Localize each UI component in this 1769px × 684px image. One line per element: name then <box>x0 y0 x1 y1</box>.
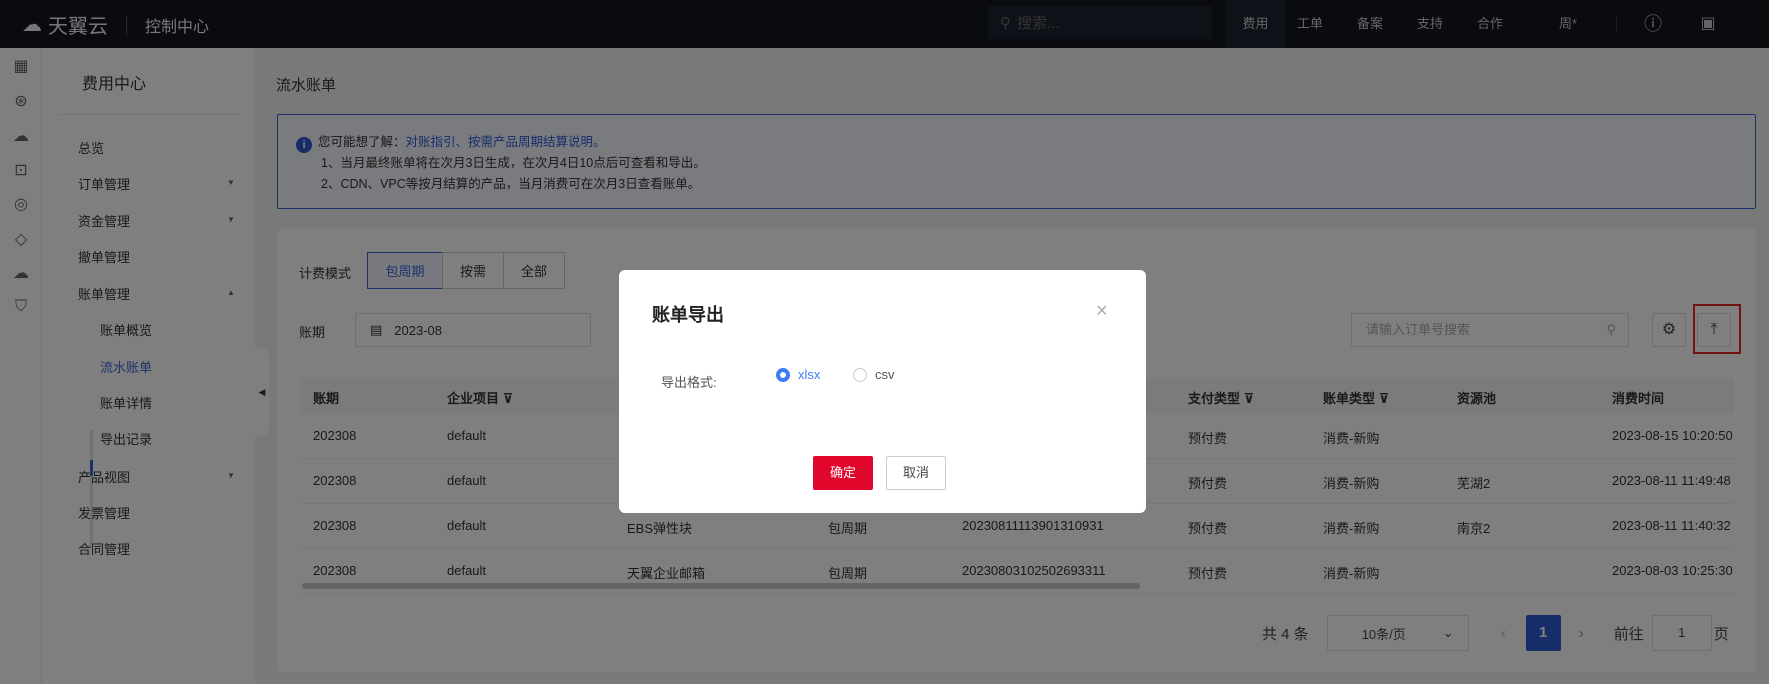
close-icon[interactable]: × <box>1096 300 1108 323</box>
radio-unchecked-icon <box>853 367 867 382</box>
export-dialog: 账单导出 × 导出格式: xlsx csv 确定 取消 <box>619 270 1146 513</box>
radio-xlsx[interactable]: xlsx <box>776 367 820 382</box>
radio-csv[interactable]: csv <box>853 367 895 382</box>
radio-checked-icon <box>776 367 790 382</box>
confirm-button[interactable]: 确定 <box>813 456 873 490</box>
dialog-title: 账单导出 <box>652 305 724 325</box>
cancel-button[interactable]: 取消 <box>886 456 946 490</box>
format-label: 导出格式: <box>661 375 717 390</box>
